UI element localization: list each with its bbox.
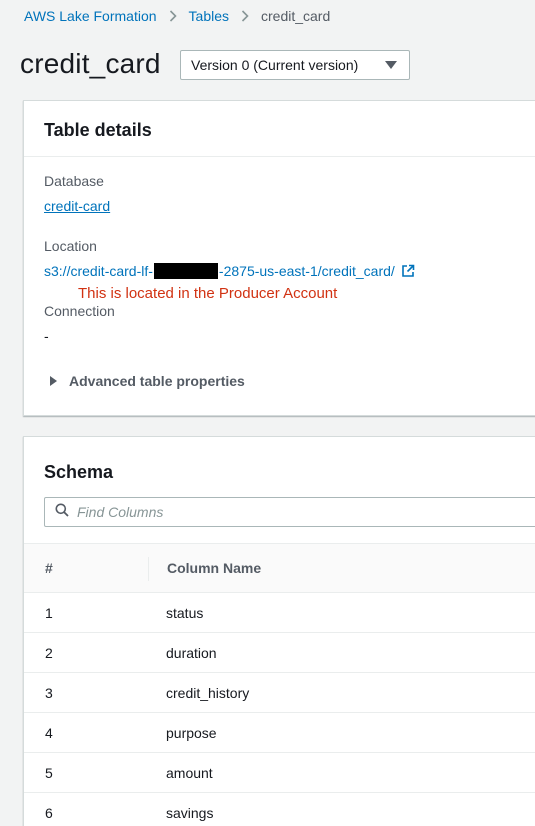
caret-down-icon bbox=[385, 61, 397, 69]
row-column-name: status bbox=[166, 605, 204, 621]
version-select[interactable]: Version 0 (Current version) bbox=[180, 50, 410, 80]
table-row: 3 credit_history bbox=[24, 673, 535, 713]
database-label: Database bbox=[44, 173, 104, 189]
row-column-name: duration bbox=[166, 645, 217, 661]
table-details-panel: Table details Database credit-card Locat… bbox=[23, 100, 535, 416]
table-row: 1 status bbox=[24, 593, 535, 633]
chevron-right-icon bbox=[169, 10, 177, 22]
breadcrumb-aws-lake-formation[interactable]: AWS Lake Formation bbox=[24, 8, 157, 24]
table-row: 5 amount bbox=[24, 753, 535, 793]
row-number: 1 bbox=[45, 605, 53, 621]
row-number: 3 bbox=[45, 685, 53, 701]
row-number: 4 bbox=[45, 725, 53, 741]
row-column-name: savings bbox=[166, 805, 214, 821]
breadcrumb: AWS Lake Formation Tables credit_card bbox=[24, 7, 330, 25]
row-number: 5 bbox=[45, 765, 53, 781]
column-header-name[interactable]: Column Name bbox=[167, 560, 261, 576]
chevron-right-icon bbox=[241, 10, 249, 22]
external-link-icon bbox=[401, 264, 415, 278]
location-suffix: -2875-us-east-1/credit_card/ bbox=[218, 263, 395, 279]
table-row: 2 duration bbox=[24, 633, 535, 673]
search-input[interactable] bbox=[77, 504, 497, 520]
column-header-number[interactable]: # bbox=[45, 560, 53, 576]
table-row: 4 purpose bbox=[24, 713, 535, 753]
schema-header: Schema bbox=[44, 462, 114, 482]
row-number: 6 bbox=[45, 805, 53, 821]
search-icon bbox=[55, 503, 69, 522]
location-label: Location bbox=[44, 238, 97, 254]
database-link[interactable]: credit-card bbox=[44, 198, 110, 214]
advanced-properties-label: Advanced table properties bbox=[69, 373, 245, 389]
breadcrumb-current: credit_card bbox=[261, 8, 331, 24]
row-column-name: amount bbox=[166, 765, 213, 781]
row-number: 2 bbox=[45, 645, 53, 661]
table-row: 6 savings bbox=[24, 793, 535, 826]
redaction-block bbox=[153, 263, 218, 279]
location-prefix: s3://credit-card-lf- bbox=[44, 263, 153, 279]
table-details-header: Table details bbox=[24, 101, 535, 157]
schema-panel: Schema # Column Name 1 status 2 duration… bbox=[23, 436, 535, 826]
table-header-row: # Column Name bbox=[24, 543, 535, 593]
version-select-value: Version 0 (Current version) bbox=[191, 57, 359, 73]
connection-label: Connection bbox=[44, 303, 115, 319]
page-title: credit_card bbox=[20, 48, 161, 79]
column-divider bbox=[148, 557, 149, 581]
connection-value: - bbox=[44, 328, 49, 344]
advanced-properties-toggle[interactable]: Advanced table properties bbox=[50, 373, 245, 389]
breadcrumb-tables[interactable]: Tables bbox=[189, 8, 229, 24]
find-columns-search[interactable] bbox=[44, 497, 535, 527]
location-link[interactable]: s3://credit-card-lf- -2875-us-east-1/cre… bbox=[44, 263, 415, 279]
caret-right-icon bbox=[50, 376, 57, 386]
schema-table: # Column Name 1 status 2 duration 3 cred… bbox=[24, 543, 535, 826]
producer-account-note: This is located in the Producer Account bbox=[78, 285, 338, 302]
row-column-name: purpose bbox=[166, 725, 217, 741]
row-column-name: credit_history bbox=[166, 685, 250, 701]
